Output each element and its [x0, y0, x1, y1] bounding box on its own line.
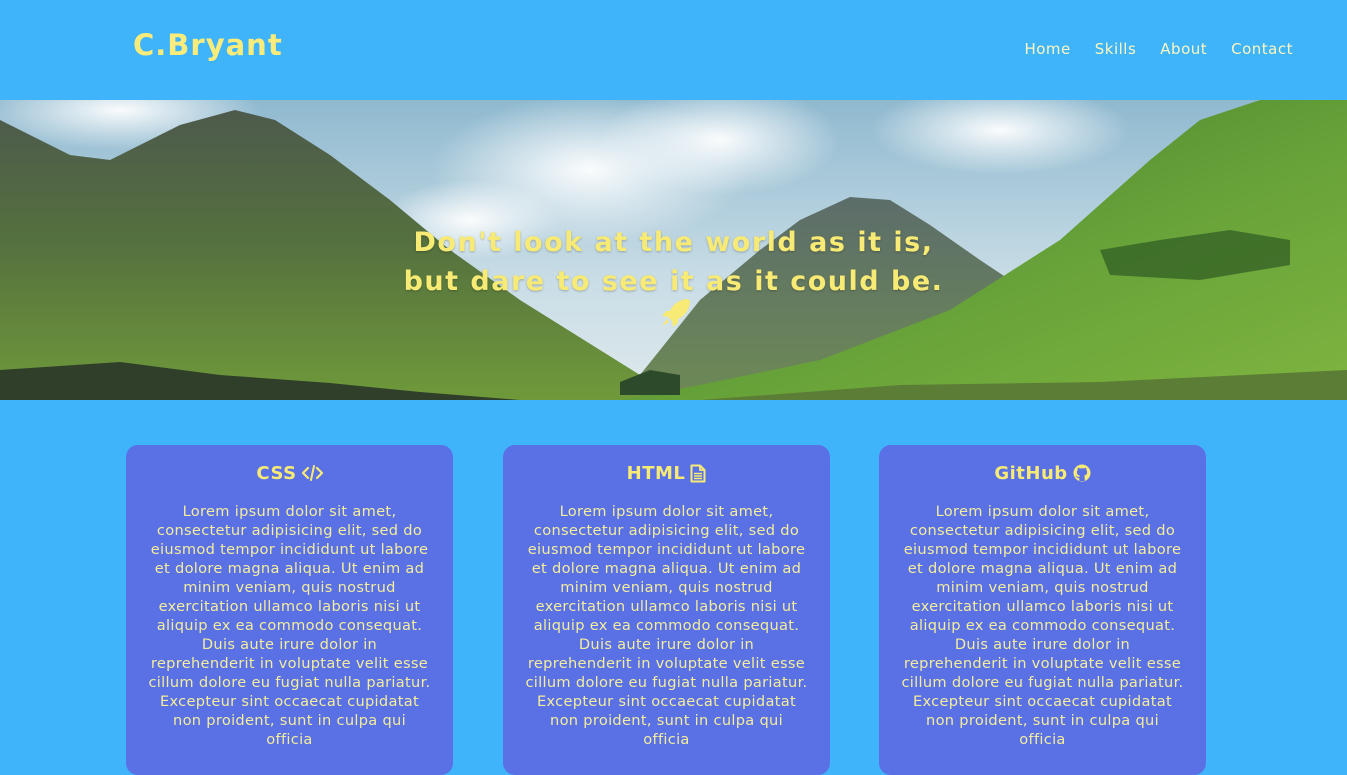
skill-card-html: HTML Lorem ipsum dolor sit amet, consect… [503, 445, 830, 775]
nav-home-link[interactable]: Home [1024, 40, 1070, 58]
nav-contact-link[interactable]: Contact [1231, 40, 1293, 58]
card-title-text: HTML [626, 462, 686, 484]
hero-quote-line1: Don't look at the world as it is, [413, 227, 934, 258]
card-title: GitHub [901, 461, 1184, 485]
card-body: Lorem ipsum dolor sit amet, consectetur … [901, 503, 1184, 748]
code-icon [301, 465, 323, 481]
hero-banner: Don't look at the world as it is, but da… [0, 100, 1347, 400]
skill-card-css: CSS Lorem ipsum dolor sit amet, consecte… [126, 445, 453, 775]
github-icon [1073, 464, 1091, 482]
brand-logo[interactable]: C.Bryant [133, 28, 283, 62]
hero-quote: Don't look at the world as it is, but da… [0, 223, 1347, 301]
nav-about-link[interactable]: About [1160, 40, 1207, 58]
card-title: HTML [525, 461, 808, 485]
card-title-text: GitHub [994, 462, 1068, 484]
file-text-icon [690, 464, 706, 482]
nav-skills-link[interactable]: Skills [1095, 40, 1137, 58]
main-nav: Home Skills About Contact [1024, 40, 1293, 58]
site-header: C.Bryant Home Skills About Contact [0, 0, 1347, 100]
card-title: CSS [148, 461, 431, 485]
skill-card-github: GitHub Lorem ipsum dolor sit amet, conse… [879, 445, 1206, 775]
card-body: Lorem ipsum dolor sit amet, consectetur … [525, 503, 808, 748]
card-body: Lorem ipsum dolor sit amet, consectetur … [148, 503, 431, 748]
card-title-text: CSS [256, 462, 297, 484]
rocket-icon [662, 299, 690, 327]
